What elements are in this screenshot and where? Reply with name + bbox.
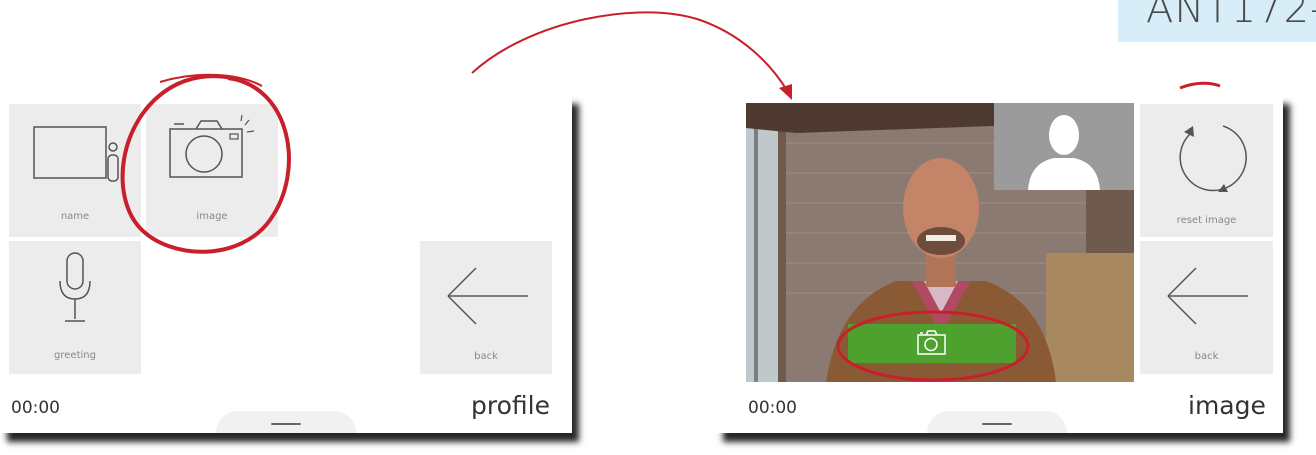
document-tag: ANT172-0 <box>1118 0 1316 42</box>
back-arrow-icon <box>447 267 528 325</box>
name-tile-label: name <box>60 211 90 222</box>
back-arrow-icon <box>1167 267 1248 325</box>
greeting-tile-label: greeting <box>54 350 96 361</box>
capture-photo-button[interactable] <box>848 324 1016 363</box>
reset-image-tile[interactable]: reset image <box>1140 104 1273 237</box>
pull-up-handle-right[interactable] <box>927 411 1067 433</box>
back-tile-left-label: back <box>474 351 498 362</box>
self-view-placeholder <box>994 103 1134 190</box>
clock-left: 00:00 <box>11 398 60 418</box>
annotation-arc-fragment <box>1179 81 1221 90</box>
document-tag-text: ANT172-0 <box>1146 0 1316 32</box>
avatar-silhouette-icon <box>1028 115 1100 190</box>
reset-image-tile-label: reset image <box>1176 215 1237 226</box>
back-tile-right[interactable]: back <box>1140 241 1273 374</box>
microphone-icon <box>59 252 91 322</box>
image-tile[interactable]: image <box>146 104 278 237</box>
greeting-tile[interactable]: greeting <box>9 241 141 374</box>
screen-title-image: image <box>1188 391 1266 420</box>
camera-icon <box>169 114 255 178</box>
flow-arrow <box>471 11 789 93</box>
name-tag-icon <box>33 126 119 182</box>
screen-title-profile: profile <box>471 391 550 420</box>
back-tile-left[interactable]: back <box>420 241 552 374</box>
pull-up-handle-left[interactable] <box>216 411 356 433</box>
name-tile[interactable]: name <box>9 104 141 237</box>
back-tile-right-label: back <box>1194 351 1219 362</box>
clock-right: 00:00 <box>748 398 797 418</box>
image-tile-label: image <box>196 211 228 222</box>
refresh-icon <box>1179 125 1247 192</box>
camera-icon <box>917 330 946 355</box>
